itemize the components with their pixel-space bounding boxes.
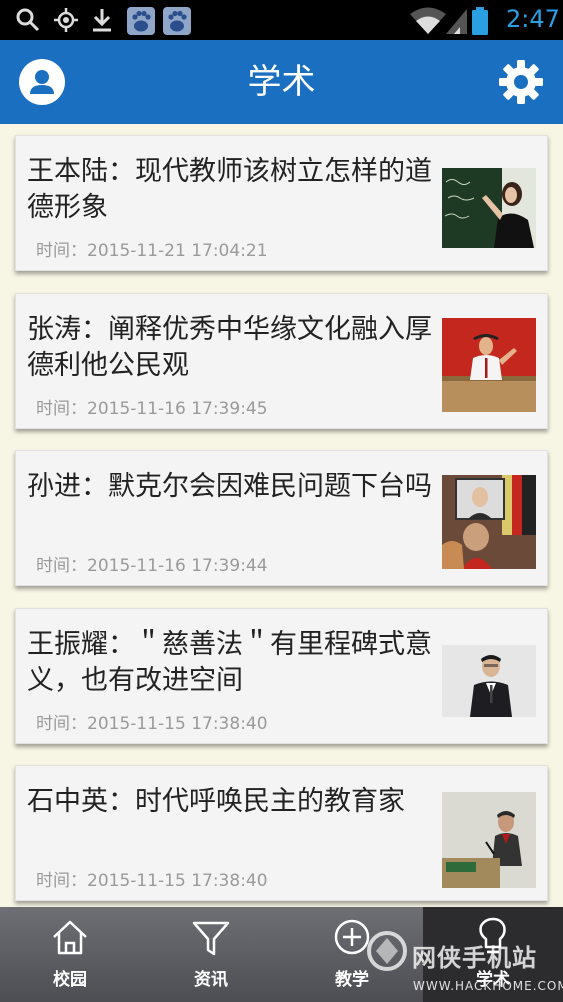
article-title: 石中英：时代呼唤民主的教育家 <box>27 786 405 817</box>
article-title: 张涛：阐释优秀中华缘文化融入厚德利他公民观 <box>27 314 432 381</box>
article-card[interactable]: 王振耀：＂慈善法＂有里程碑式意义，也有改进空间 时间：2015-11-15 17… <box>15 608 548 744</box>
article-title: 王振耀：＂慈善法＂有里程碑式意义，也有改进空间 <box>27 629 432 696</box>
article-card[interactable]: 孙进：默克尔会因难民问题下台吗 时间：2015-11-16 17:39:44 <box>15 450 548 586</box>
watermark-url: WWW.HACKHOME.COM <box>413 979 563 993</box>
article-time: 时间：2015-11-21 17:04:21 <box>36 241 268 261</box>
tab-campus[interactable]: 校园 <box>0 907 140 1002</box>
article-time: 时间：2015-11-15 17:38:40 <box>36 871 268 891</box>
baidu-paw-icon <box>163 7 191 35</box>
home-icon <box>53 920 87 955</box>
page-title: 学术 <box>247 62 316 102</box>
article-thumbnail <box>442 318 536 412</box>
plus-circle-icon <box>334 919 370 955</box>
article-thumbnail <box>442 168 536 248</box>
watermark-text: 网侠手机站 <box>412 944 537 972</box>
article-card[interactable]: 石中英：时代呼唤民主的教育家 时间：2015-11-15 17:38:40 <box>15 765 548 901</box>
tab-label: 资讯 <box>194 970 228 990</box>
status-time: 2:47 <box>506 5 560 33</box>
user-avatar-icon <box>30 70 54 94</box>
tab-news[interactable]: 资讯 <box>141 907 281 1002</box>
article-thumbnail <box>442 645 536 717</box>
status-bar: 2:47 <box>0 0 563 40</box>
tab-label: 校园 <box>53 970 87 990</box>
gps-icon <box>54 8 78 32</box>
article-time: 时间：2015-11-15 17:38:40 <box>36 714 268 734</box>
article-list[interactable]: 王本陆：现代教师该树立怎样的道德形象 时间：2015-11-21 17:04:2… <box>0 124 563 907</box>
gear-icon[interactable] <box>497 58 545 106</box>
battery-icon <box>472 7 488 35</box>
article-card[interactable]: 张涛：阐释优秀中华缘文化融入厚德利他公民观 时间：2015-11-16 17:3… <box>15 293 548 429</box>
app-bar: 学术 <box>0 40 563 124</box>
wifi-icon <box>410 7 446 34</box>
article-title: 孙进：默克尔会因难民问题下台吗 <box>27 471 432 502</box>
filter-icon <box>192 921 230 956</box>
article-thumbnail <box>442 792 536 888</box>
article-time: 时间：2015-11-16 17:39:44 <box>36 556 268 576</box>
article-thumbnail <box>442 475 536 569</box>
cell-signal-icon <box>446 9 467 34</box>
baidu-paw-icon <box>127 7 155 35</box>
search-icon <box>16 8 40 32</box>
user-avatar-button[interactable] <box>19 59 65 105</box>
download-icon <box>93 9 111 32</box>
article-title: 王本陆：现代教师该树立怎样的道德形象 <box>27 156 432 223</box>
article-card[interactable]: 王本陆：现代教师该树立怎样的道德形象 时间：2015-11-21 17:04:2… <box>15 135 548 271</box>
article-time: 时间：2015-11-16 17:39:45 <box>36 399 268 419</box>
